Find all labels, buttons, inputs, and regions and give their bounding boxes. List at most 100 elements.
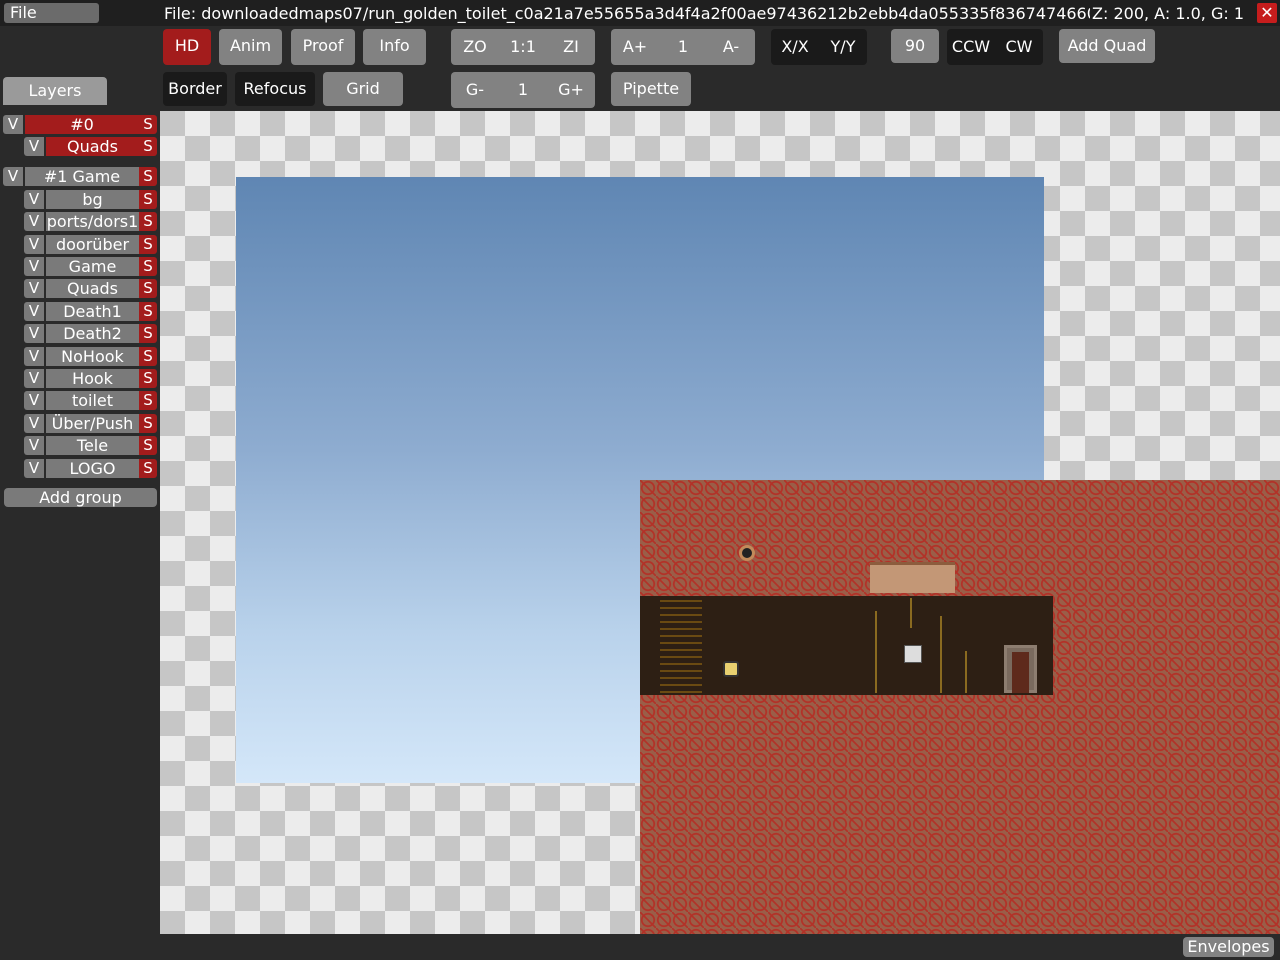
- layer-name[interactable]: doorüber: [46, 235, 139, 254]
- ladder-decoration: [660, 598, 702, 693]
- grid-minus-button[interactable]: G-: [451, 72, 499, 106]
- layer-row[interactable]: V Hook S: [24, 369, 157, 388]
- layer-solo-toggle[interactable]: S: [139, 347, 157, 366]
- layer-row[interactable]: V ports/dors1 S: [24, 212, 157, 231]
- layer-row[interactable]: V Quads S: [24, 137, 157, 156]
- layer-solo-toggle[interactable]: S: [139, 414, 157, 433]
- game-tiles[interactable]: [640, 480, 1280, 934]
- rotate-angle-field[interactable]: 90: [891, 29, 939, 63]
- group-solo-toggle[interactable]: S: [139, 167, 157, 186]
- layer-name[interactable]: Death2: [46, 324, 139, 343]
- layer-name[interactable]: Quads: [46, 137, 139, 156]
- flip-y-button[interactable]: Y/Y: [819, 29, 867, 63]
- layer-name[interactable]: ports/dors1: [46, 212, 139, 231]
- anim-toggle-button[interactable]: Anim: [219, 29, 282, 65]
- layer-solo-toggle[interactable]: S: [139, 279, 157, 298]
- layer-row[interactable]: V Quads S: [24, 279, 157, 298]
- layer-group-name[interactable]: #0: [25, 115, 139, 134]
- zoom-in-button[interactable]: ZI: [547, 29, 595, 63]
- layer-row[interactable]: V bg S: [24, 190, 157, 209]
- map-canvas[interactable]: [160, 111, 1280, 934]
- layer-row[interactable]: V NoHook S: [24, 347, 157, 366]
- layer-visibility-toggle[interactable]: V: [24, 347, 44, 366]
- pipette-button[interactable]: Pipette: [611, 72, 691, 106]
- layer-group-row[interactable]: V #0 S: [3, 115, 157, 134]
- layer-visibility-toggle[interactable]: V: [24, 212, 44, 231]
- layer-solo-toggle[interactable]: S: [139, 459, 157, 478]
- rotate-cw-button[interactable]: CW: [995, 29, 1043, 63]
- layer-visibility-toggle[interactable]: V: [24, 137, 44, 156]
- layer-visibility-toggle[interactable]: V: [24, 279, 44, 298]
- file-menu-button[interactable]: File: [4, 3, 99, 23]
- close-button[interactable]: ✕: [1257, 3, 1277, 23]
- layer-name[interactable]: Tele: [46, 436, 139, 455]
- layer-row[interactable]: V doorüber S: [24, 235, 157, 254]
- door: [1012, 652, 1029, 693]
- envelopes-button[interactable]: Envelopes: [1183, 937, 1274, 957]
- pole-decoration: [965, 651, 967, 693]
- layer-solo-toggle[interactable]: S: [139, 436, 157, 455]
- gear-icon: [739, 545, 755, 561]
- layer-solo-toggle[interactable]: S: [139, 302, 157, 321]
- layer-row[interactable]: V toilet S: [24, 391, 157, 410]
- layer-name[interactable]: Death1: [46, 302, 139, 321]
- anim-slower-button[interactable]: A-: [707, 29, 755, 63]
- layer-visibility-toggle[interactable]: V: [24, 190, 44, 209]
- layer-row[interactable]: V Death2 S: [24, 324, 157, 343]
- layers-tab[interactable]: Layers: [3, 77, 107, 105]
- flip-x-button[interactable]: X/X: [771, 29, 819, 63]
- group-visibility-toggle[interactable]: V: [3, 167, 23, 186]
- layer-name[interactable]: bg: [46, 190, 139, 209]
- layer-name[interactable]: LOGO: [46, 459, 139, 478]
- layer-visibility-toggle[interactable]: V: [24, 436, 44, 455]
- add-quad-button[interactable]: Add Quad: [1059, 29, 1155, 63]
- layer-row[interactable]: V Tele S: [24, 436, 157, 455]
- group-visibility-toggle[interactable]: V: [3, 115, 23, 134]
- layer-solo-toggle[interactable]: S: [139, 257, 157, 276]
- layer-solo-toggle[interactable]: S: [139, 369, 157, 388]
- layer-visibility-toggle[interactable]: V: [24, 459, 44, 478]
- layer-name[interactable]: Hook: [46, 369, 139, 388]
- layer-visibility-toggle[interactable]: V: [24, 369, 44, 388]
- layer-name[interactable]: NoHook: [46, 347, 139, 366]
- layer-name[interactable]: Quads: [46, 279, 139, 298]
- zoom-reset-button[interactable]: 1:1: [499, 29, 547, 63]
- layer-visibility-toggle[interactable]: V: [24, 391, 44, 410]
- layer-group-row[interactable]: V #1 Game S: [3, 167, 157, 186]
- anim-speed-value: 1: [677, 37, 689, 56]
- layer-solo-toggle[interactable]: S: [139, 190, 157, 209]
- layer-visibility-toggle[interactable]: V: [24, 414, 44, 433]
- rotate-ccw-button[interactable]: CCW: [947, 29, 995, 63]
- grid-plus-button[interactable]: G+: [547, 72, 595, 106]
- layer-visibility-toggle[interactable]: V: [24, 235, 44, 254]
- refocus-button[interactable]: Refocus: [235, 72, 315, 106]
- layer-solo-toggle[interactable]: S: [139, 212, 157, 231]
- layer-name[interactable]: toilet: [46, 391, 139, 410]
- border-button[interactable]: Border: [163, 72, 227, 106]
- zoom-out-button[interactable]: ZO: [451, 29, 499, 63]
- layer-name[interactable]: Über/Push: [46, 414, 139, 433]
- info-toggle-button[interactable]: Info: [363, 29, 426, 65]
- anim-faster-button[interactable]: A+: [611, 29, 659, 63]
- group-solo-toggle[interactable]: S: [139, 115, 157, 134]
- layer-row[interactable]: V Death1 S: [24, 302, 157, 321]
- add-group-button[interactable]: Add group: [4, 488, 157, 507]
- anim-speed-controls: A+ 1 A-: [611, 29, 755, 65]
- tee-spawn-icon: [723, 661, 739, 677]
- grid-size-controls: G- 1 G+: [451, 72, 595, 108]
- proof-toggle-button[interactable]: Proof: [291, 29, 355, 65]
- layer-row[interactable]: V Game S: [24, 257, 157, 276]
- layer-solo-toggle[interactable]: S: [139, 391, 157, 410]
- layer-solo-toggle[interactable]: S: [139, 235, 157, 254]
- layer-solo-toggle[interactable]: S: [139, 324, 157, 343]
- layer-row[interactable]: V Über/Push S: [24, 414, 157, 433]
- layer-row[interactable]: V LOGO S: [24, 459, 157, 478]
- layer-group-name[interactable]: #1 Game: [25, 167, 139, 186]
- layer-solo-toggle[interactable]: S: [139, 137, 157, 156]
- layer-visibility-toggle[interactable]: V: [24, 302, 44, 321]
- grid-toggle-button[interactable]: Grid: [323, 72, 403, 106]
- layer-visibility-toggle[interactable]: V: [24, 257, 44, 276]
- layer-visibility-toggle[interactable]: V: [24, 324, 44, 343]
- hd-toggle-button[interactable]: HD: [163, 29, 211, 65]
- layer-name[interactable]: Game: [46, 257, 139, 276]
